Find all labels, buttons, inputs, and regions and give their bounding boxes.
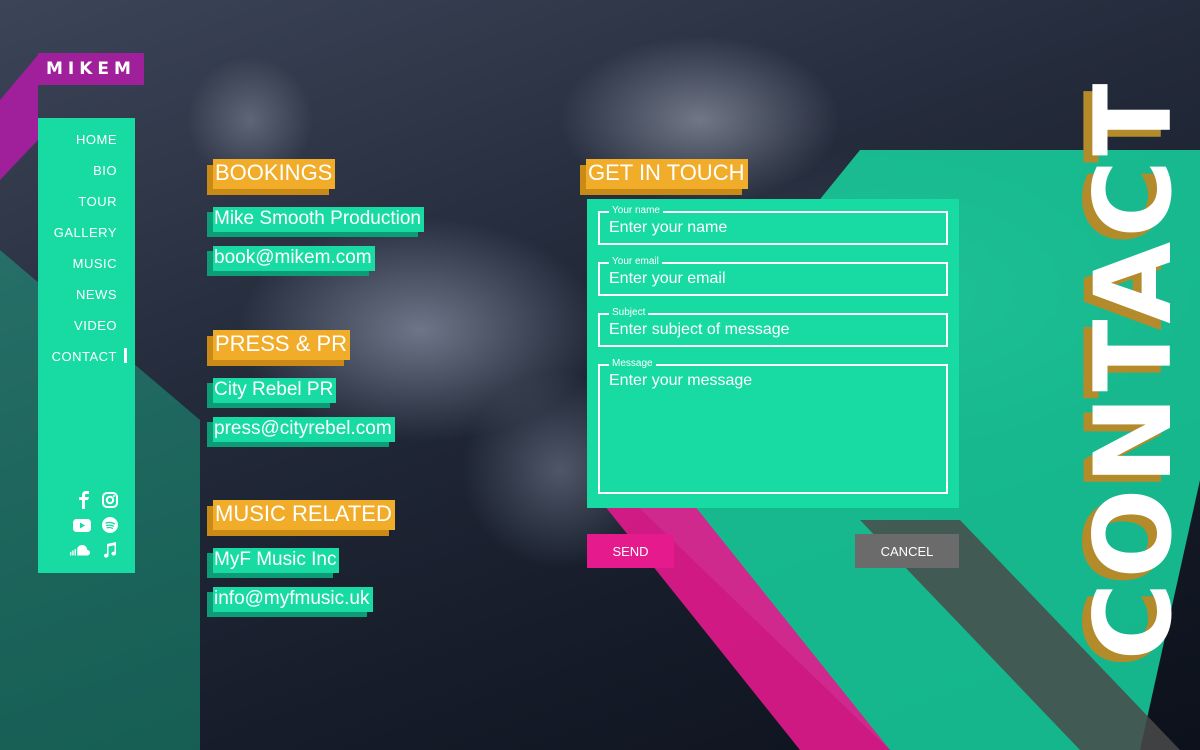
brand-logo[interactable]: MIKEM (38, 53, 144, 85)
contact-form: Your name Your email Subject Message (587, 199, 959, 508)
nav-item-news[interactable]: NEWS (52, 285, 117, 316)
section-title-music-related: MUSIC RELATED (213, 500, 395, 530)
bookings-name: Mike Smooth Production (213, 207, 424, 232)
name-field-label: Your name (609, 205, 663, 217)
nav-item-contact[interactable]: CONTACT (52, 347, 127, 378)
email-field-label: Your email (609, 256, 662, 268)
subject-field-label: Subject (609, 307, 649, 319)
nav-item-video[interactable]: VIDEO (52, 316, 117, 347)
form-title: GET IN TOUCH (586, 159, 749, 189)
soundcloud-icon[interactable] (70, 540, 90, 560)
press-name: City Rebel PR (213, 378, 337, 403)
name-field-wrapper: Your name (598, 205, 948, 245)
subject-field-wrapper: Subject (598, 307, 948, 347)
logo-text: MIKEM (46, 59, 136, 79)
nav-item-tour[interactable]: TOUR (52, 192, 117, 223)
facebook-icon[interactable] (74, 490, 94, 510)
subject-input[interactable] (600, 315, 946, 345)
bookings-email-link[interactable]: book@mikem.com (213, 246, 375, 271)
message-textarea[interactable] (600, 366, 946, 492)
nav-item-music[interactable]: MUSIC (52, 254, 117, 285)
instagram-icon[interactable] (100, 490, 120, 510)
spotify-icon[interactable] (100, 515, 120, 535)
music-related-email-link[interactable]: info@myfmusic.uk (213, 587, 373, 612)
nav-item-home[interactable]: HOME (52, 130, 117, 161)
youtube-icon[interactable] (72, 515, 92, 535)
email-field-wrapper: Your email (598, 256, 948, 296)
nav-item-bio[interactable]: BIO (52, 161, 117, 192)
message-field-label: Message (609, 358, 656, 370)
music-related-name: MyF Music Inc (213, 548, 340, 573)
message-field-wrapper: Message (598, 358, 948, 494)
page-heading: CONTACT (1072, 79, 1195, 661)
email-input[interactable] (600, 264, 946, 294)
section-title-press: PRESS & PR (213, 330, 351, 360)
music-note-icon[interactable] (100, 540, 120, 560)
name-input[interactable] (600, 213, 946, 243)
press-email-link[interactable]: press@cityrebel.com (213, 417, 395, 442)
cancel-button[interactable]: CANCEL (855, 534, 959, 568)
send-button[interactable]: SEND (587, 534, 674, 568)
nav-item-gallery[interactable]: GALLERY (52, 223, 117, 254)
section-title-bookings: BOOKINGS (213, 159, 336, 189)
sidebar-nav: HOME BIO TOUR GALLERY MUSIC NEWS VIDEO C… (38, 118, 135, 573)
